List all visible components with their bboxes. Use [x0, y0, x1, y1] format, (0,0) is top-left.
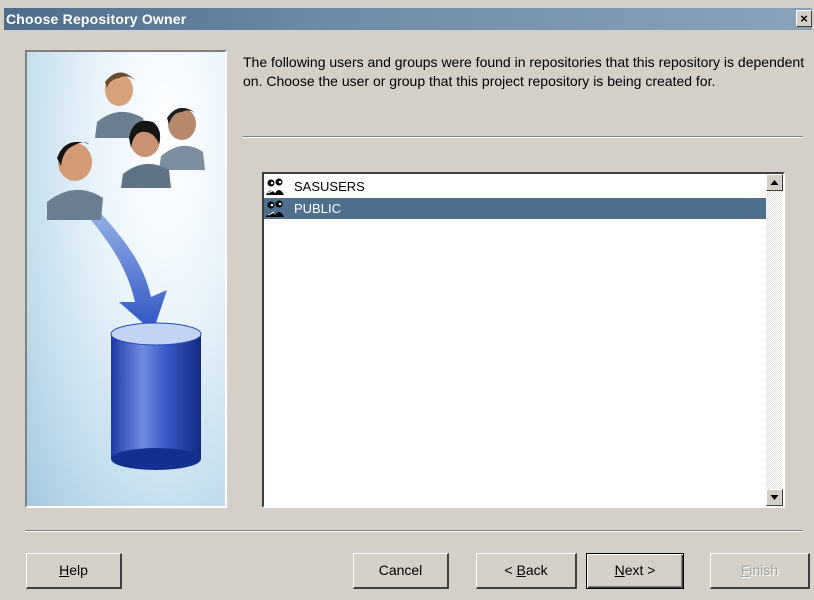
- close-icon: ×: [800, 11, 808, 26]
- down-arrow-icon: [91, 202, 167, 332]
- button-label: elp: [69, 562, 88, 578]
- header-separator: [243, 136, 803, 138]
- scroll-up-button[interactable]: [766, 174, 783, 191]
- repository-database-icon: [110, 322, 202, 470]
- instructions-text: The following users and groups were foun…: [243, 54, 805, 89]
- cancel-button[interactable]: Cancel: [353, 553, 449, 589]
- owner-listbox[interactable]: SASUSERS PUBLIC: [262, 172, 785, 508]
- hotkey-letter: H: [59, 562, 70, 578]
- button-label: inish: [749, 562, 779, 578]
- button-label: <: [504, 562, 517, 578]
- next-button[interactable]: Next >: [586, 553, 684, 589]
- title-bar[interactable]: Choose Repository Owner ×: [4, 8, 812, 30]
- button-label: Cancel: [378, 562, 423, 578]
- wizard-illustration: [25, 50, 227, 508]
- list-item-sasusers[interactable]: SASUSERS: [264, 176, 766, 197]
- scroll-down-button[interactable]: [766, 489, 783, 506]
- button-label: ext >: [624, 562, 656, 578]
- vertical-scrollbar[interactable]: [766, 174, 783, 506]
- arrow-down-icon: [770, 495, 779, 500]
- list-item-label: SASUSERS: [294, 179, 365, 194]
- dialog-title: Choose Repository Owner: [6, 11, 187, 27]
- help-button[interactable]: Help: [26, 553, 122, 589]
- list-item-public[interactable]: PUBLIC: [264, 198, 766, 219]
- footer-separator: [25, 530, 803, 532]
- group-icon: [265, 200, 289, 224]
- back-button[interactable]: < Back: [476, 553, 577, 589]
- people-icon: [47, 72, 205, 220]
- hotkey-letter: B: [516, 562, 526, 578]
- users-to-repository-image: [47, 72, 205, 470]
- wizard-dialog: Choose Repository Owner × The following …: [0, 0, 814, 600]
- owner-list: SASUSERS PUBLIC: [264, 174, 766, 506]
- hotkey-letter: N: [614, 562, 625, 578]
- button-label: ack: [525, 562, 548, 578]
- arrow-up-icon: [770, 180, 779, 185]
- close-button[interactable]: ×: [796, 10, 812, 27]
- finish-button[interactable]: Finish: [710, 553, 810, 589]
- list-item-label: PUBLIC: [294, 201, 341, 216]
